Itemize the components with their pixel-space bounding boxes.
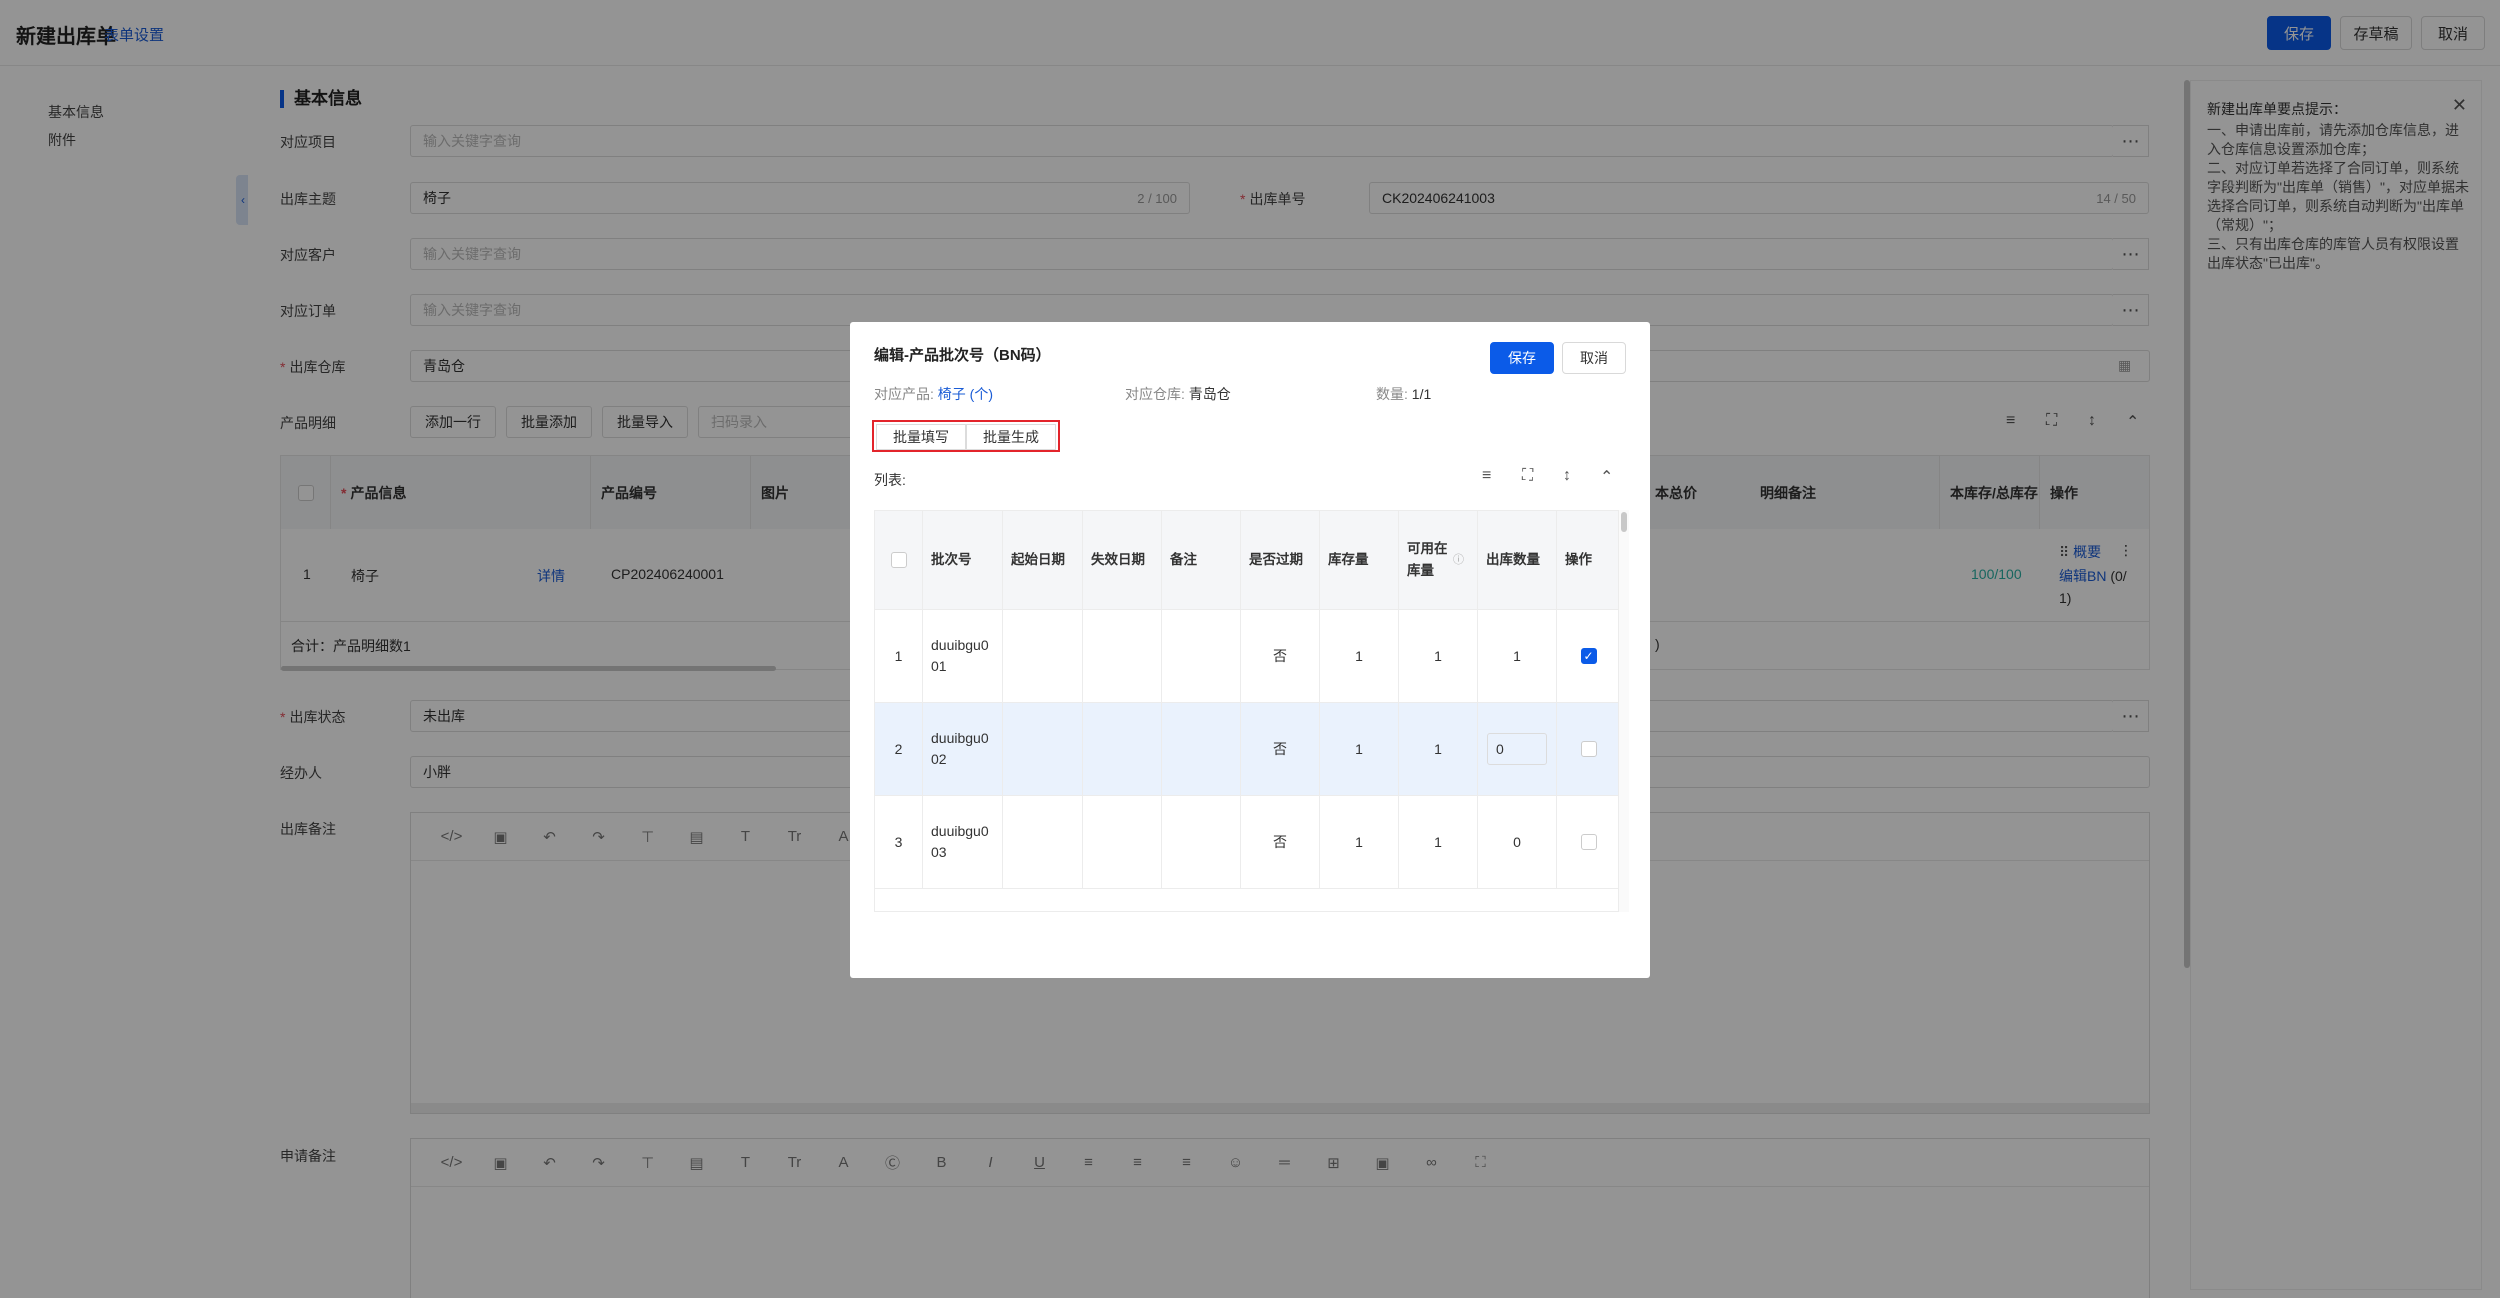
bn-row-start-date[interactable] — [1003, 703, 1083, 795]
bn-row-stock: 1 — [1320, 610, 1399, 702]
bn-table: 批次号 起始日期 失效日期 备注 是否过期 库存量 可用在库量 ⓘ 出库数量 操作… — [874, 510, 1619, 912]
bn-row-start-date[interactable] — [1003, 610, 1083, 702]
bn-row-stock: 1 — [1320, 703, 1399, 795]
batch-fill-button[interactable]: 批量填写 — [876, 424, 966, 450]
bn-header-available: 可用在库量 ⓘ — [1399, 511, 1478, 610]
bn-row-batch-no: duuibgu003 — [923, 796, 1003, 888]
modal-warehouse-meta: 对应仓库: 青岛仓 — [1125, 386, 1231, 402]
bn-header-operation: 操作 — [1557, 511, 1618, 610]
check-icon[interactable]: ✓ — [1580, 648, 1597, 664]
bn-row-expire-date[interactable] — [1083, 703, 1162, 795]
bn-row-start-date[interactable] — [1003, 796, 1083, 888]
row-checkbox[interactable] — [1580, 834, 1597, 850]
modal-cancel-button[interactable]: 取消 — [1562, 342, 1626, 374]
bn-row[interactable]: 1 duuibgu001 否 1 1 1 ✓ — [875, 610, 1618, 703]
bn-row-stock: 1 — [1320, 796, 1399, 888]
bn-row-out-qty-cell: 0 — [1478, 703, 1557, 795]
bn-table-scrollbar[interactable] — [1621, 512, 1627, 532]
bn-row-remark[interactable] — [1162, 610, 1241, 702]
bn-row-expired: 否 — [1241, 796, 1320, 888]
row-height-icon[interactable]: ≡ — [1482, 467, 1491, 485]
fullscreen-icon[interactable]: ⛶ — [1522, 467, 1533, 485]
modal-product-meta: 对应产品: 椅子 (个) — [874, 386, 993, 402]
bn-row-partial — [875, 889, 1618, 911]
bn-header-remark: 备注 — [1162, 511, 1241, 610]
bn-row-operation: ✓ — [1557, 610, 1618, 702]
bn-row-remark[interactable] — [1162, 796, 1241, 888]
bn-edit-modal: 编辑-产品批次号（BN码） 保存 取消 对应产品: 椅子 (个) 对应仓库: 青… — [850, 322, 1650, 978]
bn-row[interactable]: 3 duuibgu003 否 1 1 0 — [875, 796, 1618, 889]
bn-header-expired: 是否过期 — [1241, 511, 1320, 610]
bn-row-operation — [1557, 703, 1618, 795]
bn-row-out-qty[interactable]: 0 — [1478, 796, 1557, 888]
modal-title: 编辑-产品批次号（BN码） — [874, 347, 1051, 364]
bn-select-all-header — [875, 511, 923, 610]
bn-header-stock: 库存量 — [1320, 511, 1399, 610]
bn-row-index: 2 — [875, 703, 923, 795]
bn-row-expired: 否 — [1241, 703, 1320, 795]
bn-header-out-qty: 出库数量 — [1478, 511, 1557, 610]
help-icon[interactable]: ⓘ — [1453, 549, 1464, 571]
bn-row-batch-no: duuibgu001 — [923, 610, 1003, 702]
modal-product-link[interactable]: 椅子 (个) — [938, 386, 993, 402]
bn-row-operation — [1557, 796, 1618, 888]
bn-row-remark[interactable] — [1162, 703, 1241, 795]
bn-header-expire-date: 失效日期 — [1083, 511, 1162, 610]
bn-row-index: 1 — [875, 610, 923, 702]
bn-row-expire-date[interactable] — [1083, 796, 1162, 888]
bn-header-batch-no: 批次号 — [923, 511, 1003, 610]
bn-select-all-checkbox[interactable] — [890, 552, 907, 568]
modal-qty-meta: 数量: 1/1 — [1376, 386, 1432, 402]
row-checkbox[interactable] — [1580, 741, 1597, 757]
bn-row[interactable]: 2 duuibgu002 否 1 1 0 — [875, 703, 1618, 796]
bn-table-scroll-track — [1619, 510, 1629, 912]
list-label: 列表: — [874, 472, 906, 488]
bn-row-index: 3 — [875, 796, 923, 888]
bn-header-start-date: 起始日期 — [1003, 511, 1083, 610]
bn-row-available: 1 — [1399, 610, 1478, 702]
bn-row-expire-date[interactable] — [1083, 610, 1162, 702]
bn-row-batch-no: duuibgu002 — [923, 703, 1003, 795]
expand-vertical-icon[interactable]: ↕ — [1563, 467, 1571, 485]
collapse-up-icon[interactable]: ⌃ — [1600, 467, 1613, 487]
bn-row-available: 1 — [1399, 703, 1478, 795]
bn-row-available: 1 — [1399, 796, 1478, 888]
bn-row-expired: 否 — [1241, 610, 1320, 702]
bn-row-out-qty[interactable]: 1 — [1478, 610, 1557, 702]
batch-generate-button[interactable]: 批量生成 — [966, 424, 1056, 450]
modal-save-button[interactable]: 保存 — [1490, 342, 1554, 374]
bn-row-out-qty-input[interactable]: 0 — [1487, 733, 1547, 765]
